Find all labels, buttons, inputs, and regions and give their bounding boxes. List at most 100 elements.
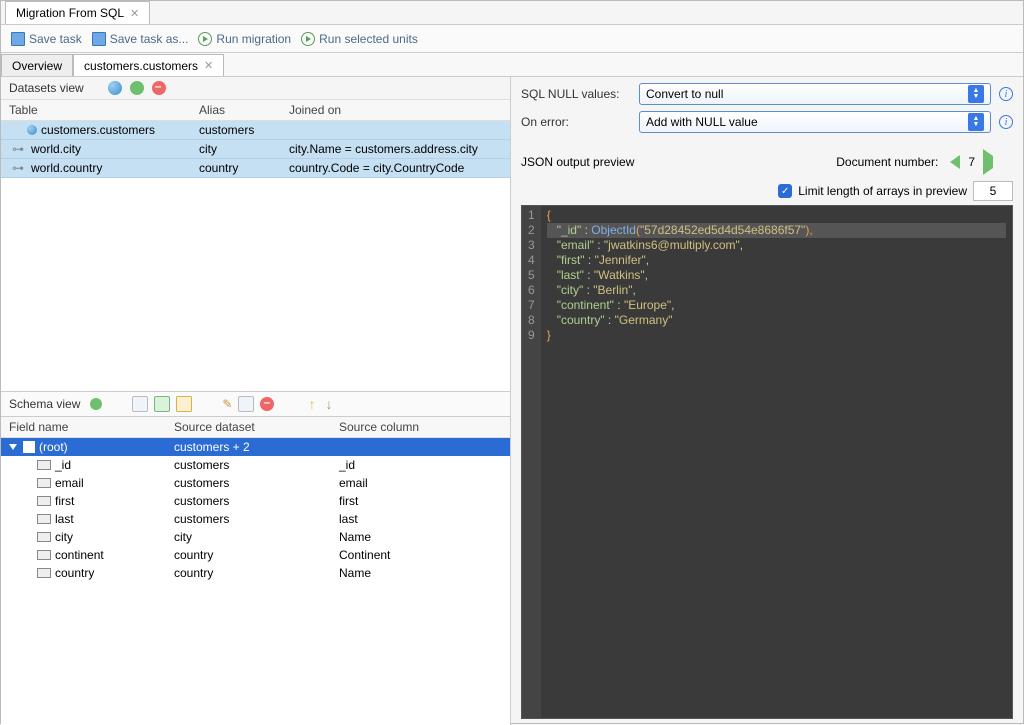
play-icon [301,32,315,46]
dataset-alias: country [199,161,289,175]
document-number-nav: Document number: 7 [836,149,1013,175]
dataset-row[interactable]: customers.customers customers [1,121,510,140]
json-preview-editor[interactable]: 123456789 { "_id" : ObjectId("57d28452ed… [521,205,1013,719]
field-dataset: customers [174,512,339,526]
schema-row[interactable]: lastcustomerslast [1,510,510,528]
remove-dataset-icon[interactable] [152,81,166,95]
move-up-icon[interactable]: ↑ [308,396,315,412]
schema-edit-tools: ✎ [222,396,274,412]
schema-row[interactable]: firstcustomersfirst [1,492,510,510]
field-name: first [55,494,74,508]
schema-row[interactable]: continentcountryContinent [1,546,510,564]
tool-edit[interactable] [238,396,254,412]
tool-add-array[interactable] [154,396,170,412]
dataset-table: world.city [31,142,81,156]
schema-row[interactable]: countrycountryName [1,564,510,582]
datasets-body: customers.customers customers ⊶ world.cit… [1,121,510,391]
field-column: last [339,512,502,526]
run-selected-button[interactable]: Run selected units [301,32,418,46]
limit-label: Limit length of arrays in preview [798,184,967,198]
save-task-as-button[interactable]: Save task as... [92,32,189,46]
limit-checkbox[interactable]: ✓ [778,184,792,198]
col-alias: Alias [199,103,289,117]
select-arrows-icon: ▲▼ [968,113,984,131]
field-name: email [55,476,84,490]
add-dataset-icon[interactable] [108,81,122,95]
field-icon [37,568,51,578]
save-task-label: Save task [29,32,82,46]
close-icon[interactable]: ✕ [130,7,139,20]
schema-root-row[interactable]: {}(root) customers + 2 [1,438,510,456]
limit-row: ✓ Limit length of arrays in preview [521,181,1013,201]
remove-field-icon[interactable] [260,397,274,411]
edit-icon[interactable]: ✎ [222,397,232,411]
tab-customers-label: customers.customers [84,59,198,73]
prev-doc-icon[interactable] [946,155,960,169]
sql-null-label: SQL NULL values: [521,87,631,101]
field-column: Name [339,530,502,544]
expand-icon[interactable] [9,444,17,450]
editor-code: { "_id" : ObjectId("57d28452ed5d4d54e868… [541,206,1012,718]
window-tab-title: Migration From SQL [16,6,124,20]
run-migration-button[interactable]: Run migration [198,32,291,46]
col-table: Table [9,103,199,117]
save-task-as-label: Save task as... [110,32,189,46]
field-dataset: customers [174,476,339,490]
limit-input[interactable] [973,181,1013,201]
doc-number-value: 7 [968,155,975,169]
dataset-alias: city [199,142,289,156]
tool-add-object[interactable] [132,396,148,412]
dataset-row[interactable]: ⊶world.city city city.Name = customers.a… [1,140,510,159]
schema-icon[interactable] [90,398,102,410]
tab-overview[interactable]: Overview [1,54,73,76]
save-as-icon [92,32,106,46]
select-arrows-icon: ▲▼ [968,85,984,103]
dataset-alias: customers [199,123,289,137]
field-dataset: customers [174,494,339,508]
sub-tab-bar: Overview customers.customers ✕ [1,53,1023,77]
join-icon: ⊶ [9,161,27,175]
next-doc-icon[interactable] [983,149,1013,175]
sql-null-select[interactable]: Convert to null ▲▼ [639,83,991,105]
info-icon[interactable]: i [999,87,1013,101]
window-tab-bar: Migration From SQL ✕ [1,1,1023,25]
save-icon [11,32,25,46]
dataset-row[interactable]: ⊶ world.country country country.Code = ci… [1,159,510,178]
tab-customers[interactable]: customers.customers ✕ [73,54,224,76]
field-dataset: city [174,530,339,544]
field-column: _id [339,458,502,472]
schema-row[interactable]: emailcustomersemail [1,474,510,492]
join-icon: ⊶ [9,142,27,156]
preview-header: JSON output preview Document number: 7 [521,149,1013,175]
on-error-value: Add with NULL value [646,115,758,129]
move-down-icon[interactable]: ↓ [325,396,332,412]
window-tab[interactable]: Migration From SQL ✕ [5,1,150,24]
field-icon [37,460,51,470]
info-icon[interactable]: i [999,115,1013,129]
dataset-joined: country.Code = city.CountryCode [289,161,502,175]
field-column: email [339,476,502,490]
tool-add-field[interactable] [176,396,192,412]
play-icon [198,32,212,46]
close-icon[interactable]: ✕ [204,59,213,72]
link-dataset-icon[interactable] [130,81,144,95]
on-error-select[interactable]: Add with NULL value ▲▼ [639,111,991,133]
save-task-button[interactable]: Save task [11,32,82,46]
field-icon [37,514,51,524]
schema-header-row: Field name Source dataset Source column [1,417,510,438]
run-migration-label: Run migration [216,32,291,46]
dataset-joined [289,123,502,137]
field-icon [37,478,51,488]
field-name: _id [55,458,71,472]
table-icon [27,125,37,135]
sql-null-row: SQL NULL values: Convert to null ▲▼ i [521,83,1013,105]
toolbar: Save task Save task as... Run migration … [1,25,1023,53]
on-error-label: On error: [521,115,631,129]
field-column: first [339,494,502,508]
field-dataset: customers [174,458,339,472]
schema-row[interactable]: citycityName [1,528,510,546]
tab-overview-label: Overview [12,59,62,73]
schema-row[interactable]: _idcustomers_id [1,456,510,474]
dataset-table: world.country [31,161,102,175]
col-source-column: Source column [339,420,502,434]
